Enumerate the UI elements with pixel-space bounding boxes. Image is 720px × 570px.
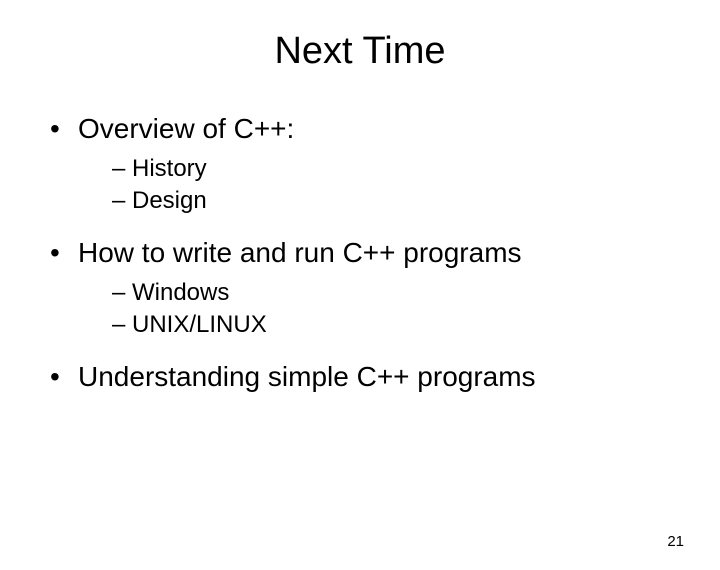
sub-list: Windows UNIX/LINUX (78, 279, 720, 339)
sub-list-item: Design (112, 187, 720, 215)
list-item-text: How to write and run C++ programs (78, 237, 522, 268)
sub-list: History Design (78, 155, 720, 215)
sub-list-item: Windows (112, 279, 720, 307)
list-item: Overview of C++: History Design (50, 113, 720, 215)
list-item-text: Understanding simple C++ programs (78, 361, 536, 392)
list-item-text: Overview of C++: (78, 113, 294, 144)
sub-list-item: History (112, 155, 720, 183)
slide: Next Time Overview of C++: History Desig… (0, 30, 720, 570)
slide-title: Next Time (0, 30, 720, 73)
page-number: 21 (667, 533, 684, 550)
list-item: Understanding simple C++ programs (50, 361, 720, 393)
sub-list-item: UNIX/LINUX (112, 311, 720, 339)
list-item: How to write and run C++ programs Window… (50, 237, 720, 339)
bullet-list: Overview of C++: History Design How to w… (0, 113, 720, 393)
